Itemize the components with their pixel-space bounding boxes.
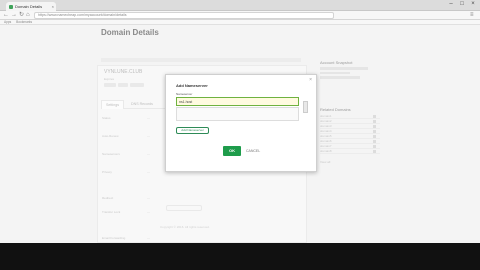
tab-strip: Domain Details × – □ × [0,0,480,11]
menu-icon[interactable]: ≡ [470,11,474,20]
cancel-link[interactable]: CANCEL [246,149,260,153]
reload-icon[interactable]: ↻ [19,11,24,20]
tab-close-icon[interactable]: × [52,2,54,11]
ok-button[interactable]: OK [223,146,241,156]
nameserver-input[interactable] [176,97,299,106]
browser-window: Domain Details × – □ × ← → ↻ ⌂ https://w… [0,0,480,270]
dialog-title: Add Nameserver [176,83,208,88]
home-icon[interactable]: ⌂ [26,11,30,20]
nameserver-label: Nameserver [176,92,193,96]
tab-title: Domain Details [15,4,43,9]
bookmark-apps[interactable]: Apps [4,20,11,24]
close-window-icon[interactable]: × [468,1,478,7]
forward-icon[interactable]: → [11,11,17,20]
url-input[interactable]: https://www.namecheap.com/myaccount/doma… [34,12,334,19]
add-nameserver-button[interactable]: Add Nameserver [176,127,209,134]
browser-tab[interactable]: Domain Details × [6,2,56,11]
maximize-icon[interactable]: □ [457,1,467,7]
video-letterbox [0,243,480,270]
minimize-icon[interactable]: – [446,1,456,7]
scrollbar-handle[interactable] [303,101,308,113]
back-icon[interactable]: ← [3,11,9,20]
bookmark-folder[interactable]: Bookmarks [16,20,32,24]
favicon-icon [9,5,13,9]
nameserver-list [176,107,299,121]
close-icon[interactable]: × [309,77,312,83]
address-bar: ← → ↻ ⌂ https://www.namecheap.com/myacco… [0,11,480,20]
add-nameserver-dialog: Add Nameserver × Nameserver Add Nameserv… [165,74,317,172]
